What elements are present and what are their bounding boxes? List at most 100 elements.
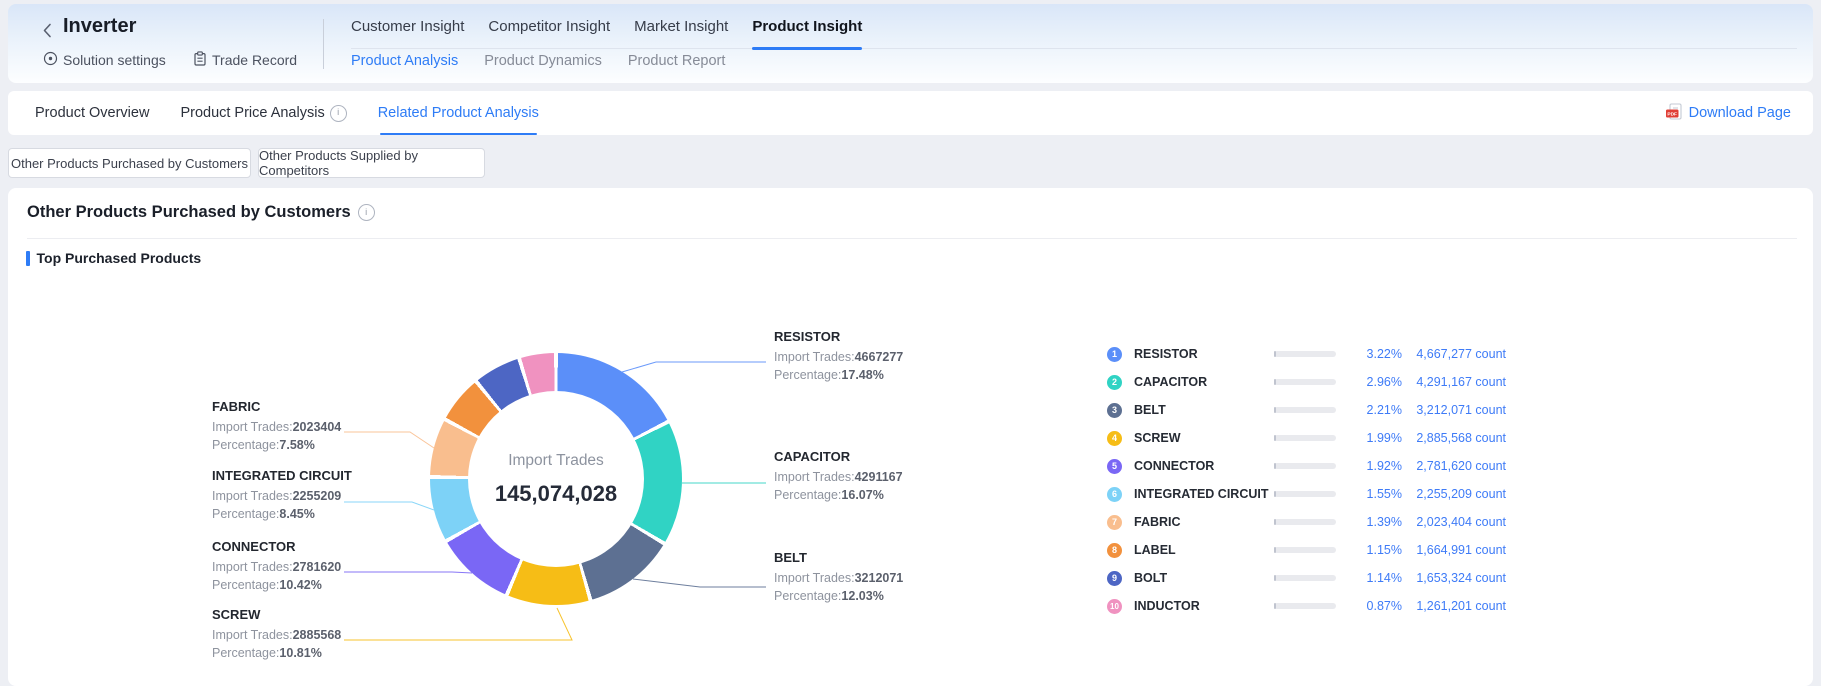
rank-count: 2,885,568 count — [1414, 431, 1506, 445]
rank-progress-track — [1274, 519, 1336, 525]
rank-product-name: BELT — [1134, 403, 1274, 417]
callout-percentage: Percentage:8.45% — [212, 505, 392, 523]
rank-count: 4,291,167 count — [1414, 375, 1506, 389]
rank-badge: 1 — [1107, 347, 1122, 362]
rank-product-name: BOLT — [1134, 571, 1274, 585]
ranking-row[interactable]: 6 INTEGRATED CIRCUIT 1.55% 2,255,209 count — [1107, 480, 1506, 508]
rank-product-name: LABEL — [1134, 543, 1274, 557]
leader-line — [622, 362, 766, 372]
download-page-label: Download Page — [1689, 105, 1791, 121]
callout-import-trades: Import Trades:2781620 — [212, 558, 392, 576]
nav-product-overview[interactable]: Product Overview — [35, 91, 149, 135]
subtab-product-report[interactable]: Product Report — [628, 53, 726, 69]
rank-progress-fill — [1274, 379, 1276, 385]
main-card: Other Products Purchased by Customers To… — [8, 188, 1813, 686]
rank-progress-track — [1274, 379, 1336, 385]
subsection-row: Top Purchased Products — [26, 250, 201, 266]
tab-competitor-insight[interactable]: Competitor Insight — [488, 4, 610, 48]
rank-badge: 4 — [1107, 431, 1122, 446]
rank-progress-track — [1274, 603, 1336, 609]
svg-text:PDF: PDF — [1667, 111, 1677, 117]
rank-progress-fill — [1274, 603, 1276, 609]
donut-callout: CONNECTORImport Trades:2781620Percentage… — [212, 539, 392, 594]
rank-percentage: 2.21% — [1350, 403, 1402, 417]
ranking-row[interactable]: 7FABRIC1.39%2,023,404 count — [1107, 508, 1506, 536]
donut-center-value: 145,074,028 — [495, 481, 617, 507]
rank-badge: 6 — [1107, 487, 1122, 502]
callout-percentage: Percentage:17.48% — [774, 366, 954, 384]
tab-product-insight[interactable]: Product Insight — [752, 4, 862, 48]
callout-import-trades: Import Trades:2023404 — [212, 418, 392, 436]
callout-import-trades: Import Trades:3212071 — [774, 569, 954, 587]
ranking-row[interactable]: 9 BOLT 1.14% 1,653,324 count — [1107, 564, 1506, 592]
rank-progress-track — [1274, 407, 1336, 413]
ranking-row[interactable]: 8LABEL1.15%1,664,991 count — [1107, 536, 1506, 564]
section-divider — [27, 238, 1797, 239]
filter-other-products-purchased[interactable]: Other Products Purchased by Customers — [8, 148, 251, 178]
rank-progress-track — [1274, 351, 1336, 357]
tab-customer-insight[interactable]: Customer Insight — [351, 4, 464, 48]
donut-chart[interactable]: Import Trades 145,074,028 — [430, 353, 682, 605]
donut-callout: RESISTORImport Trades:4667277Percentage:… — [774, 329, 954, 384]
rank-progress-fill — [1274, 519, 1276, 525]
back-icon[interactable] — [42, 20, 56, 40]
trade-record-label: Trade Record — [212, 52, 297, 68]
rank-progress-track — [1274, 463, 1336, 469]
donut-callout: FABRICImport Trades:2023404Percentage:7.… — [212, 399, 392, 454]
callout-product-name: FABRIC — [212, 399, 392, 414]
rank-progress-fill — [1274, 435, 1276, 441]
nav-card: Product Overview Product Price Analysis … — [8, 91, 1813, 135]
info-icon[interactable] — [330, 105, 347, 122]
rank-percentage: 1.14% — [1350, 571, 1402, 585]
ranking-row[interactable]: 1RESISTOR3.22%4,667,277 count — [1107, 340, 1506, 368]
callout-product-name: BELT — [774, 550, 954, 565]
rank-badge: 3 — [1107, 403, 1122, 418]
nav-product-price-analysis[interactable]: Product Price Analysis — [180, 91, 346, 135]
donut-chart-area: Import Trades 145,074,028 FABRIC Import T… — [8, 268, 1813, 682]
callout-product-name: CONNECTOR — [212, 539, 392, 554]
solution-settings-button[interactable]: Solution settings — [43, 51, 166, 69]
subsection-accent-bar — [26, 251, 30, 266]
rank-product-name: INTEGRATED CIRCUIT — [1134, 487, 1274, 501]
rank-badge: 5 — [1107, 459, 1122, 474]
tab-market-insight[interactable]: Market Insight — [634, 4, 728, 48]
ranking-row[interactable]: 4SCREW1.99%2,885,568 count — [1107, 424, 1506, 452]
ranking-row[interactable]: 5CONNECTOR1.92%2,781,620 count — [1107, 452, 1506, 480]
rank-badge: 9 — [1107, 571, 1122, 586]
callout-import-trades: Import Trades:2885568 — [212, 626, 392, 644]
trade-record-button[interactable]: Trade Record — [193, 51, 297, 69]
rank-count: 3,212,071 count — [1414, 403, 1506, 417]
rank-progress-fill — [1274, 463, 1276, 469]
donut-callout: BELTImport Trades:3212071Percentage:12.0… — [774, 550, 954, 605]
ranking-row[interactable]: 10INDUCTOR0.87%1,261,201 count — [1107, 592, 1506, 620]
rank-percentage: 3.22% — [1350, 347, 1402, 361]
rank-badge: 10 — [1107, 599, 1122, 614]
info-icon[interactable] — [358, 204, 375, 221]
rank-percentage: 1.92% — [1350, 459, 1402, 473]
callout-percentage: Percentage:10.81% — [212, 644, 392, 662]
leader-line — [633, 579, 766, 587]
callout-import-trades: Import Trades:4291167 — [774, 468, 954, 486]
rank-product-name: INDUCTOR — [1134, 599, 1274, 613]
download-page-button[interactable]: PDF Download Page — [1665, 91, 1791, 135]
rank-progress-track — [1274, 547, 1336, 553]
subtab-product-dynamics[interactable]: Product Dynamics — [484, 53, 602, 69]
filter-other-products-supplied[interactable]: Other Products Supplied by Competitors — [258, 148, 485, 178]
nav-related-product-analysis[interactable]: Related Product Analysis — [378, 91, 539, 135]
ranking-row[interactable]: 2CAPACITOR2.96%4,291,167 count — [1107, 368, 1506, 396]
sub-tabs: Product Analysis Product Dynamics Produc… — [351, 53, 725, 69]
donut-callout: INTEGRATED CIRCUITImport Trades:2255209P… — [212, 468, 392, 523]
header-divider — [323, 19, 324, 69]
rank-count: 1,653,324 count — [1414, 571, 1506, 585]
ranking-row[interactable]: 3 BELT 2.21% 3,212,071 count — [1107, 396, 1506, 424]
subtab-product-analysis[interactable]: Product Analysis — [351, 53, 458, 69]
callout-product-name: SCREW — [212, 607, 392, 622]
rank-count: 2,255,209 count — [1414, 487, 1506, 501]
rank-percentage: 2.96% — [1350, 375, 1402, 389]
rank-product-name: CAPACITOR — [1134, 375, 1274, 389]
donut-center-label: Import Trades — [508, 452, 604, 470]
donut-callout: SCREW Import Trades:2885568Percentage:10.… — [212, 607, 392, 662]
callout-import-trades: Import Trades:4667277 — [774, 348, 954, 366]
rank-percentage: 1.55% — [1350, 487, 1402, 501]
rank-percentage: 1.15% — [1350, 543, 1402, 557]
